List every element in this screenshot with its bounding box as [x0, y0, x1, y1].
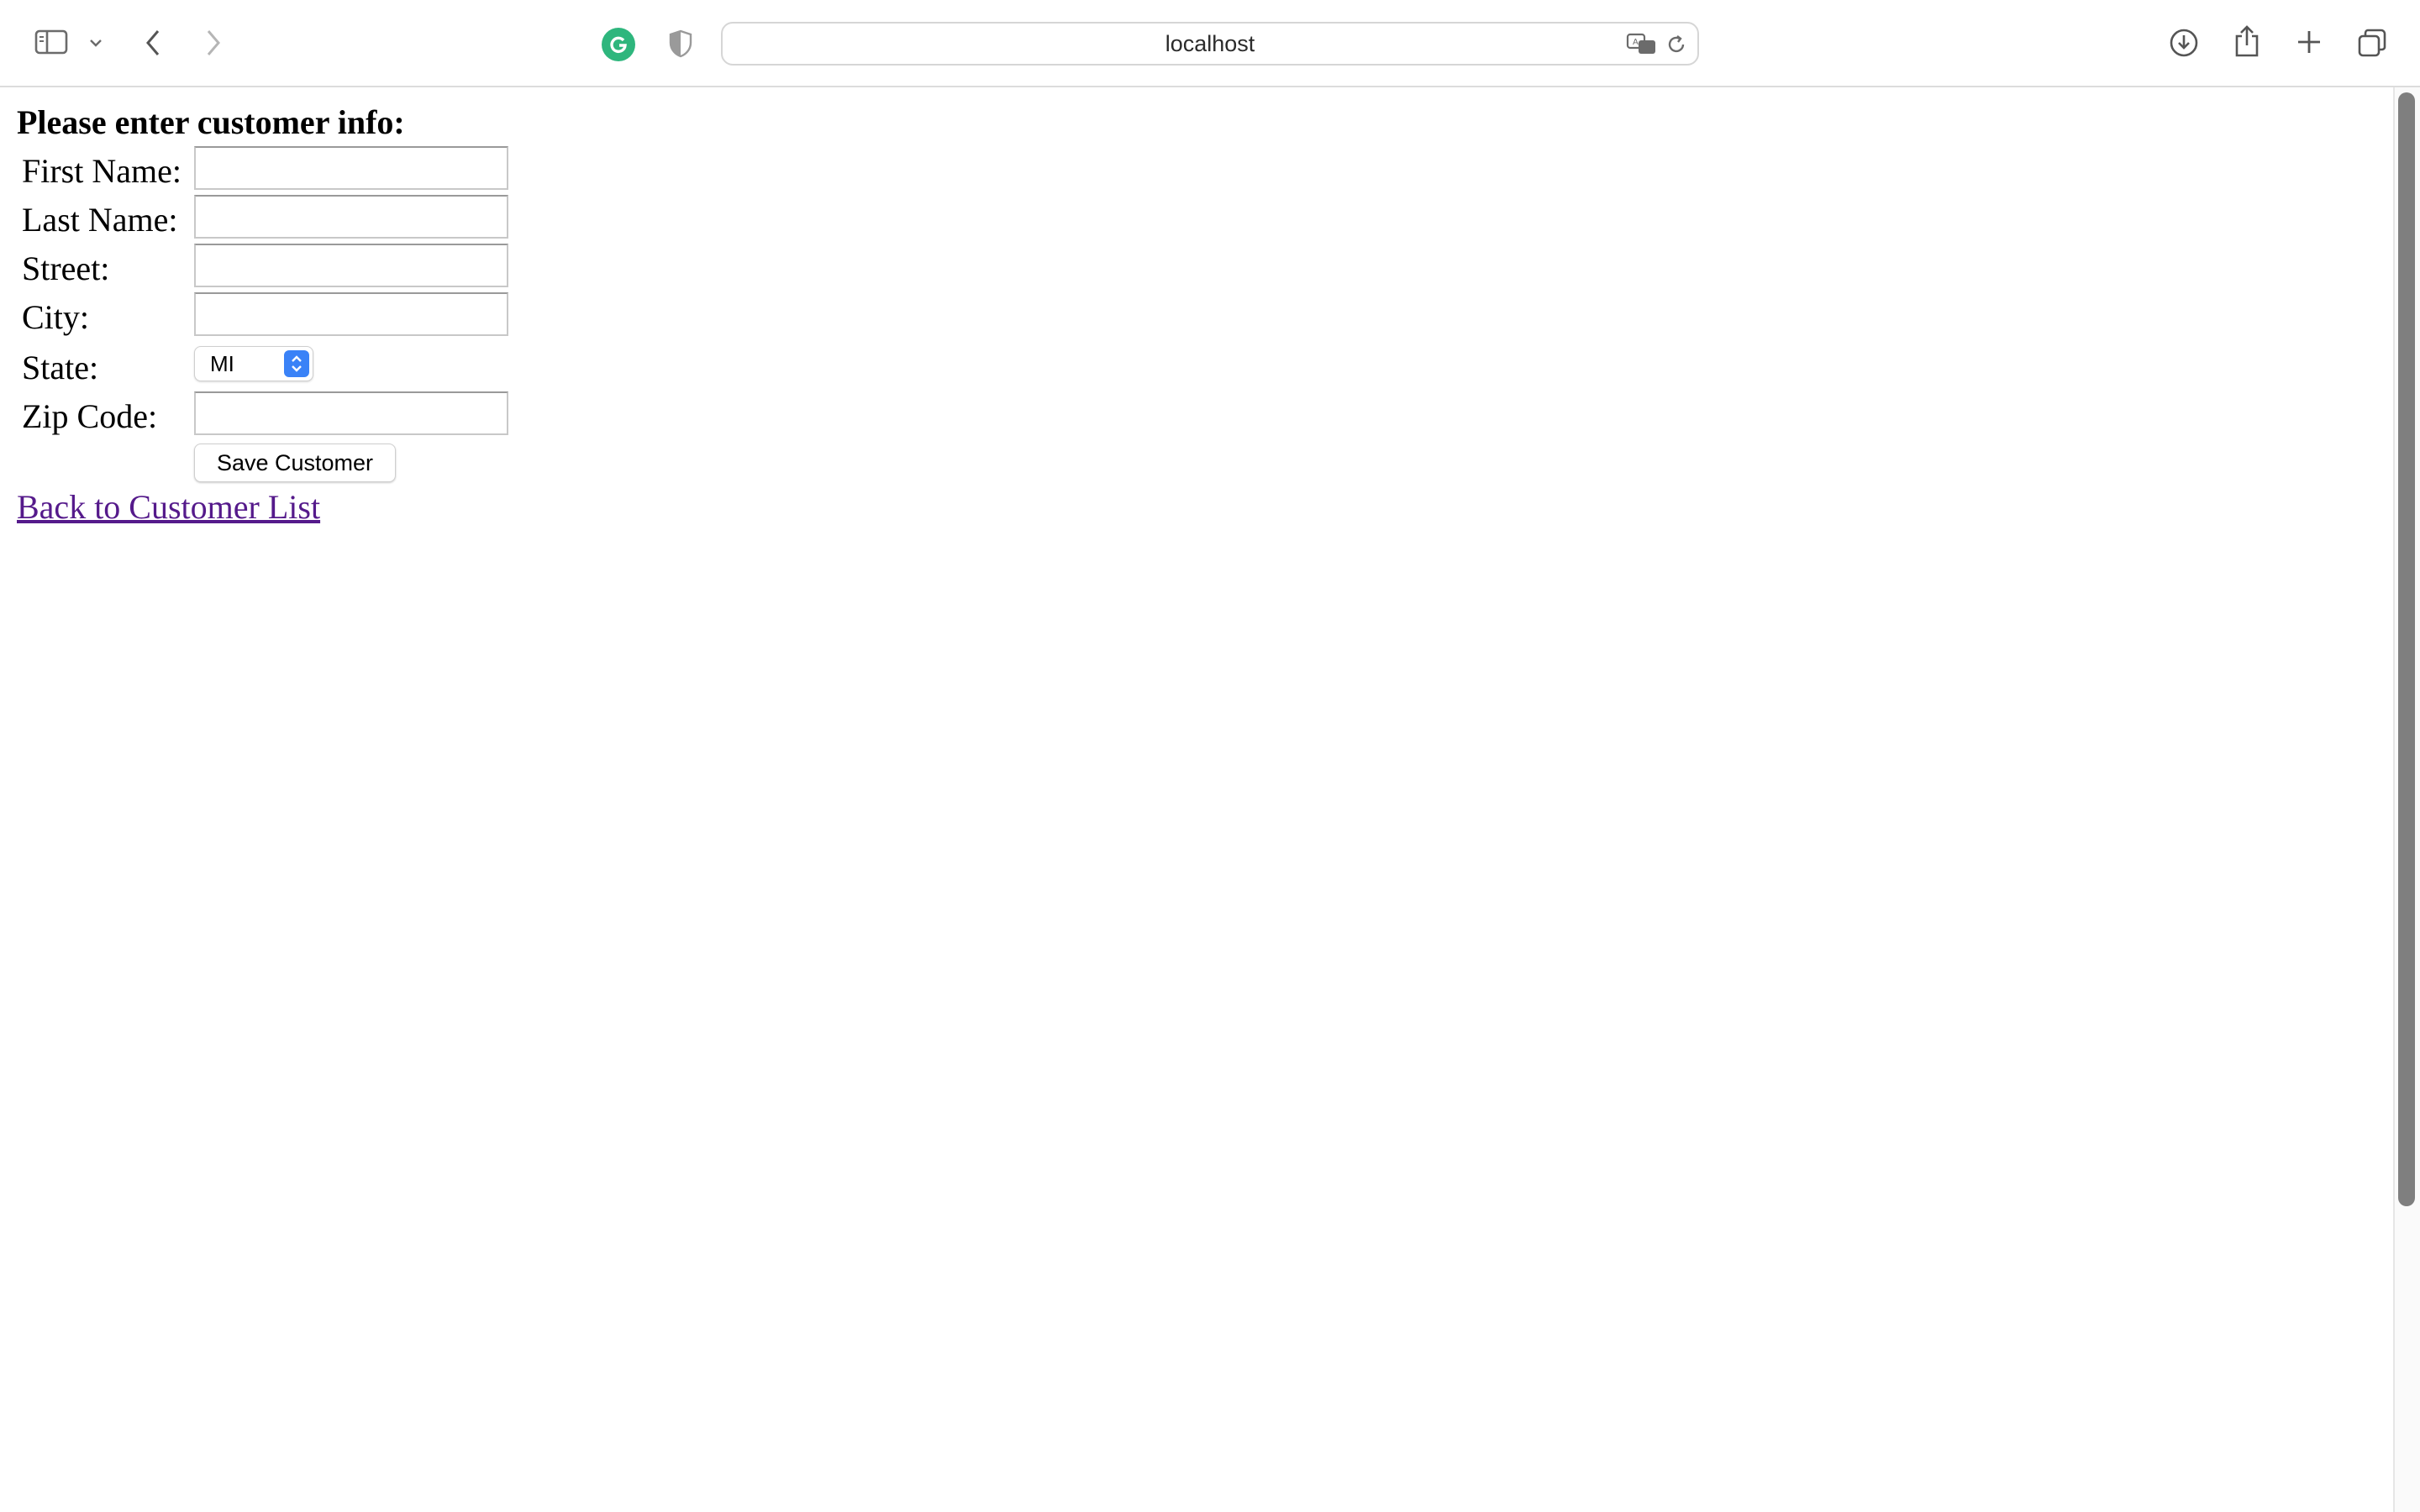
first-name-label: First Name:: [22, 152, 182, 190]
zip-code-field[interactable]: [194, 391, 508, 435]
tabs-icon[interactable]: [2354, 25, 2390, 60]
zip-code-row: Zip Code:: [22, 391, 526, 440]
chevron-down-icon[interactable]: [84, 30, 108, 55]
page-content: Please enter customer info: First Name: …: [0, 87, 2393, 1512]
chevron-right-icon[interactable]: [197, 25, 230, 60]
chevron-left-icon[interactable]: [136, 25, 170, 60]
last-name-label: Last Name:: [22, 201, 178, 239]
street-row: Street:: [22, 244, 526, 292]
state-row: State: MI: [22, 343, 526, 391]
reload-icon[interactable]: [1664, 32, 1689, 57]
plus-icon[interactable]: [2292, 25, 2326, 59]
grammarly-icon[interactable]: [602, 28, 635, 61]
last-name-row: Last Name:: [22, 195, 526, 244]
state-label: State:: [22, 349, 99, 386]
shield-icon[interactable]: [664, 27, 697, 60]
last-name-field[interactable]: [194, 195, 508, 239]
zip-code-label: Zip Code:: [22, 397, 158, 435]
first-name-field[interactable]: [194, 146, 508, 190]
page-title: Please enter customer info:: [17, 103, 405, 141]
address-bar[interactable]: localhost A: [721, 22, 1699, 66]
city-row: City:: [22, 292, 526, 341]
city-field[interactable]: [194, 292, 508, 336]
select-arrows-icon: [284, 350, 309, 377]
first-name-row: First Name:: [22, 146, 526, 195]
sidebar-icon[interactable]: [32, 25, 71, 59]
translate-icon[interactable]: A: [1625, 30, 1659, 59]
address-text[interactable]: localhost: [723, 24, 1697, 64]
back-to-customer-list-link[interactable]: Back to Customer List: [17, 487, 320, 527]
download-icon[interactable]: [2166, 25, 2202, 60]
save-customer-button[interactable]: Save Customer: [194, 444, 396, 482]
share-icon[interactable]: [2230, 22, 2264, 60]
street-field[interactable]: [194, 244, 508, 287]
city-label: City:: [22, 298, 90, 336]
svg-text:A: A: [1633, 38, 1639, 47]
state-select[interactable]: MI: [194, 346, 313, 381]
browser-toolbar: localhost A: [0, 0, 2420, 87]
state-select-value: MI: [210, 350, 234, 376]
scrollbar-thumb[interactable]: [2398, 92, 2415, 1206]
street-label: Street:: [22, 249, 110, 287]
